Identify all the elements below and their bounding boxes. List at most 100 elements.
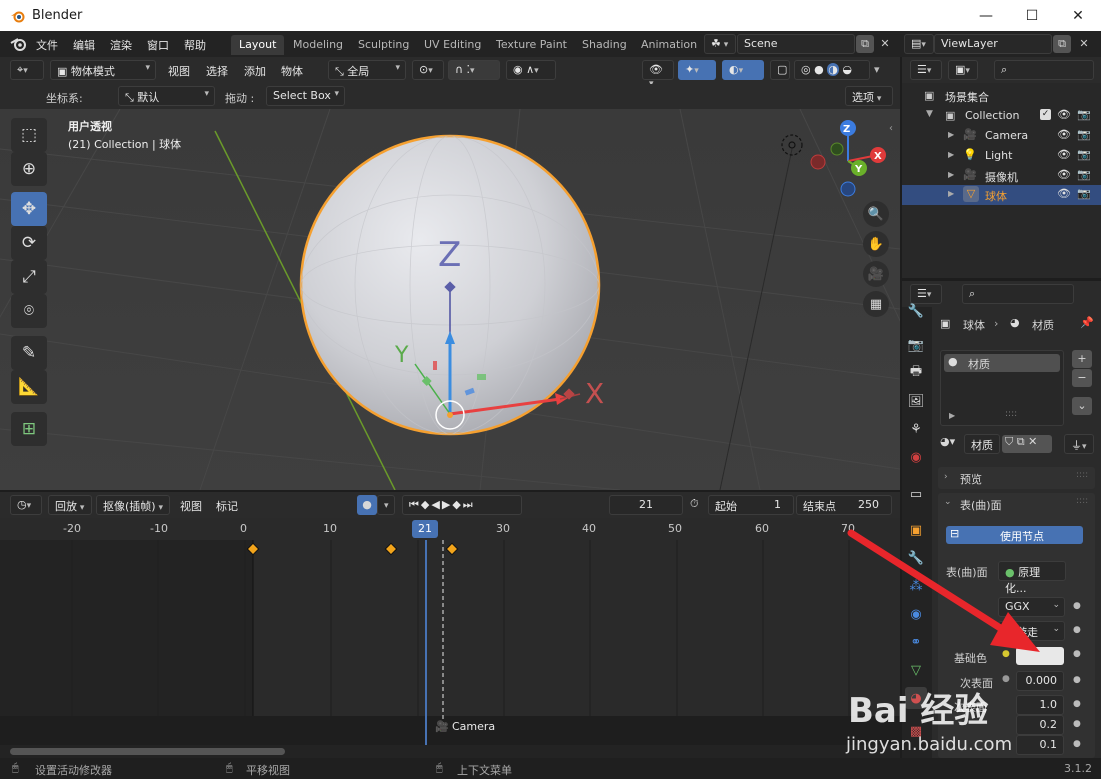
output-tab[interactable]: 🖶 [905, 362, 927, 384]
new-viewlayer-button[interactable]: ⧉ [1053, 35, 1071, 53]
keyframe-dot-icon[interactable]: ● [1073, 699, 1081, 709]
render-camera-icon[interactable]: 📷 [1077, 108, 1091, 121]
jump-start-icon[interactable]: ⏮ [409, 498, 421, 511]
plane-handle-yz[interactable] [477, 374, 486, 380]
new-scene-button[interactable]: ⧉ [856, 35, 874, 53]
select-box-tool[interactable]: ⬚ [11, 118, 47, 152]
tab-layout[interactable]: Layout [231, 35, 285, 55]
scrollbar-thumb[interactable] [10, 748, 285, 755]
maximize-button[interactable]: ☐ [1009, 0, 1055, 31]
menu-view[interactable]: 视图 [168, 63, 190, 79]
nav-neg-x-icon[interactable] [810, 154, 826, 170]
list-resize-handle-icon[interactable]: :::: [1005, 409, 1017, 419]
outliner-editor-type-dropdown[interactable]: ☰▾ [910, 60, 942, 80]
proportional-edit-dropdown[interactable]: ◉ ∧▾ [506, 60, 556, 80]
menu-add[interactable]: 添加 [244, 63, 266, 79]
object-tab[interactable]: ▣ [905, 519, 927, 541]
mode-dropdown[interactable]: ▣ 物体模式 ▾ [50, 60, 156, 80]
outliner-search-input[interactable]: ⌕ [994, 60, 1094, 80]
auto-keying-options[interactable]: ▾ [377, 495, 395, 515]
xray-toggle[interactable]: ▢ [770, 60, 790, 80]
prev-keyframe-icon[interactable]: ◆ [421, 498, 431, 511]
render-camera-icon[interactable]: 📷 [1077, 128, 1091, 141]
add-cube-tool[interactable]: ⊞ [11, 412, 47, 446]
material-browse-button[interactable]: ◕▾ [940, 435, 964, 455]
data-tab[interactable]: ▽ [905, 659, 927, 681]
tab-shading[interactable]: Shading [574, 35, 635, 55]
tab-uv-editing[interactable]: UV Editing [416, 35, 489, 55]
snap-dropdown[interactable]: ∩ ⁚▾ [448, 60, 500, 80]
eye-icon[interactable]: 👁 [1057, 187, 1071, 200]
keyframe-dot-icon[interactable]: ● [1073, 739, 1081, 749]
nav-neg-y-icon[interactable] [830, 142, 844, 156]
stopwatch-icon[interactable]: ⏱ [690, 497, 699, 511]
sidebar-toggle-icon[interactable]: ‹ [889, 123, 893, 134]
material-slot-item[interactable]: ● 材质 [944, 354, 1060, 372]
transform-orientation-dropdown[interactable]: ⤡ 全局 ▾ [328, 60, 406, 80]
cursor-tool[interactable]: ⊕ [11, 152, 47, 186]
expand-arrow-icon[interactable]: ▼ [926, 109, 933, 119]
keying-dropdown[interactable]: 抠像(插帧) ▾ [96, 495, 170, 515]
playback-controls[interactable]: ⏮◆◀▶◆⏭ [402, 495, 522, 515]
annotate-tool[interactable]: ✎ [11, 336, 47, 370]
tab-animation[interactable]: Animation [633, 35, 705, 55]
next-keyframe-icon[interactable]: ◆ [452, 498, 462, 511]
add-material-slot-button[interactable]: + [1072, 350, 1092, 368]
current-frame-field[interactable]: 21 [609, 495, 683, 515]
scene-type-dropdown[interactable]: ☘ ▾ [704, 34, 736, 54]
expand-arrow-icon[interactable]: ⌄ [944, 497, 952, 507]
menu-window[interactable]: 窗口 [147, 37, 169, 53]
display-mode-dropdown[interactable]: ▣▾ [948, 60, 978, 80]
zoom-button[interactable]: 🔍 [863, 201, 889, 227]
tab-modeling[interactable]: Modeling [285, 35, 351, 55]
editor-type-dropdown[interactable]: ⌖▾ [10, 60, 44, 80]
shading-options-chevron-icon[interactable]: ▾ [874, 63, 880, 76]
keyframe-dot-icon[interactable]: ● [1073, 649, 1081, 659]
texture-tab[interactable]: ▩ [905, 720, 927, 742]
playback-dropdown[interactable]: 回放 ▾ [48, 495, 92, 515]
surface-shader-field[interactable]: ● 原理化... [998, 561, 1066, 595]
timeline-body[interactable]: 🎥 Camera [0, 540, 900, 745]
gizmo-toggle[interactable]: ✦▾ [678, 60, 716, 80]
preview-panel-header[interactable]: › 预览 :::: [938, 467, 1095, 489]
collection-checkbox[interactable]: ✓ [1040, 109, 1051, 120]
play-icon[interactable]: ▶ [442, 498, 452, 511]
pin-icon[interactable]: 📌 [1080, 316, 1094, 329]
scene-tab[interactable]: ⚘ [905, 418, 927, 440]
outliner-row-camera[interactable]: ▶ 🎥 Camera 👁 📷 [902, 126, 1101, 146]
eye-icon[interactable]: 👁 [1057, 128, 1071, 141]
properties-search-input[interactable]: ⌕ [962, 284, 1074, 304]
material-name-field[interactable]: 材质 [964, 434, 1000, 454]
render-camera-icon[interactable]: 📷 [1077, 168, 1091, 181]
base-color-swatch[interactable] [1016, 647, 1064, 665]
material-specials-button[interactable]: ⌄ [1072, 397, 1092, 415]
menu-object[interactable]: 物体 [281, 63, 303, 79]
keyframe-dot-icon[interactable]: ● [1073, 719, 1081, 729]
timeline-menu-marker[interactable]: 标记 [216, 498, 238, 514]
duplicate-icon[interactable]: ⧉ [1017, 435, 1025, 448]
frame-start-field[interactable]: 起始 1 [708, 495, 794, 515]
expand-arrow-icon[interactable]: ▶ [948, 130, 954, 139]
subsurface-method-dropdown[interactable]: 机游走 ⌄ [998, 621, 1065, 641]
transform-tool[interactable]: ⌾ [11, 294, 47, 328]
minimize-button[interactable]: — [963, 0, 1009, 31]
menu-file[interactable]: 文件 [36, 37, 58, 53]
outliner-row-scene-collection[interactable]: ▣ 场景集合 [902, 86, 1101, 106]
rotate-tool[interactable]: ⟳ [11, 226, 47, 260]
material-datablock-buttons[interactable]: ⛉ ⧉ ✕ [1002, 435, 1052, 453]
outliner-row-sphere[interactable]: ▶ ▽ 球体 👁 📷 [902, 185, 1101, 205]
camera-view-button[interactable]: 🎥 [863, 261, 889, 287]
ortho-toggle-button[interactable]: ▦ [863, 291, 889, 317]
coord-system-dropdown[interactable]: ⤡ 默认 ▾ [118, 86, 215, 106]
material-tab[interactable]: ◕ [905, 687, 927, 709]
pan-button[interactable]: ✋ [863, 231, 889, 257]
render-camera-icon[interactable]: 📷 [1077, 187, 1091, 200]
blender-menu-icon[interactable] [10, 36, 28, 52]
tab-texture-paint[interactable]: Texture Paint [488, 35, 575, 55]
3d-viewport[interactable]: Z X Y Z X Y 用户透视 (21) Collection | 球体 ⬚ … [0, 109, 900, 490]
expand-arrow-icon[interactable]: ▶ [948, 150, 954, 159]
outliner-row-camera-2[interactable]: ▶ 🎥 摄像机 👁 📷 [902, 166, 1101, 186]
tool-tab[interactable]: 🔧 [905, 300, 927, 322]
constraints-tab[interactable]: ⚭ [905, 631, 927, 653]
subsurface-radius-x-field[interactable]: 1.0 [1016, 695, 1064, 715]
